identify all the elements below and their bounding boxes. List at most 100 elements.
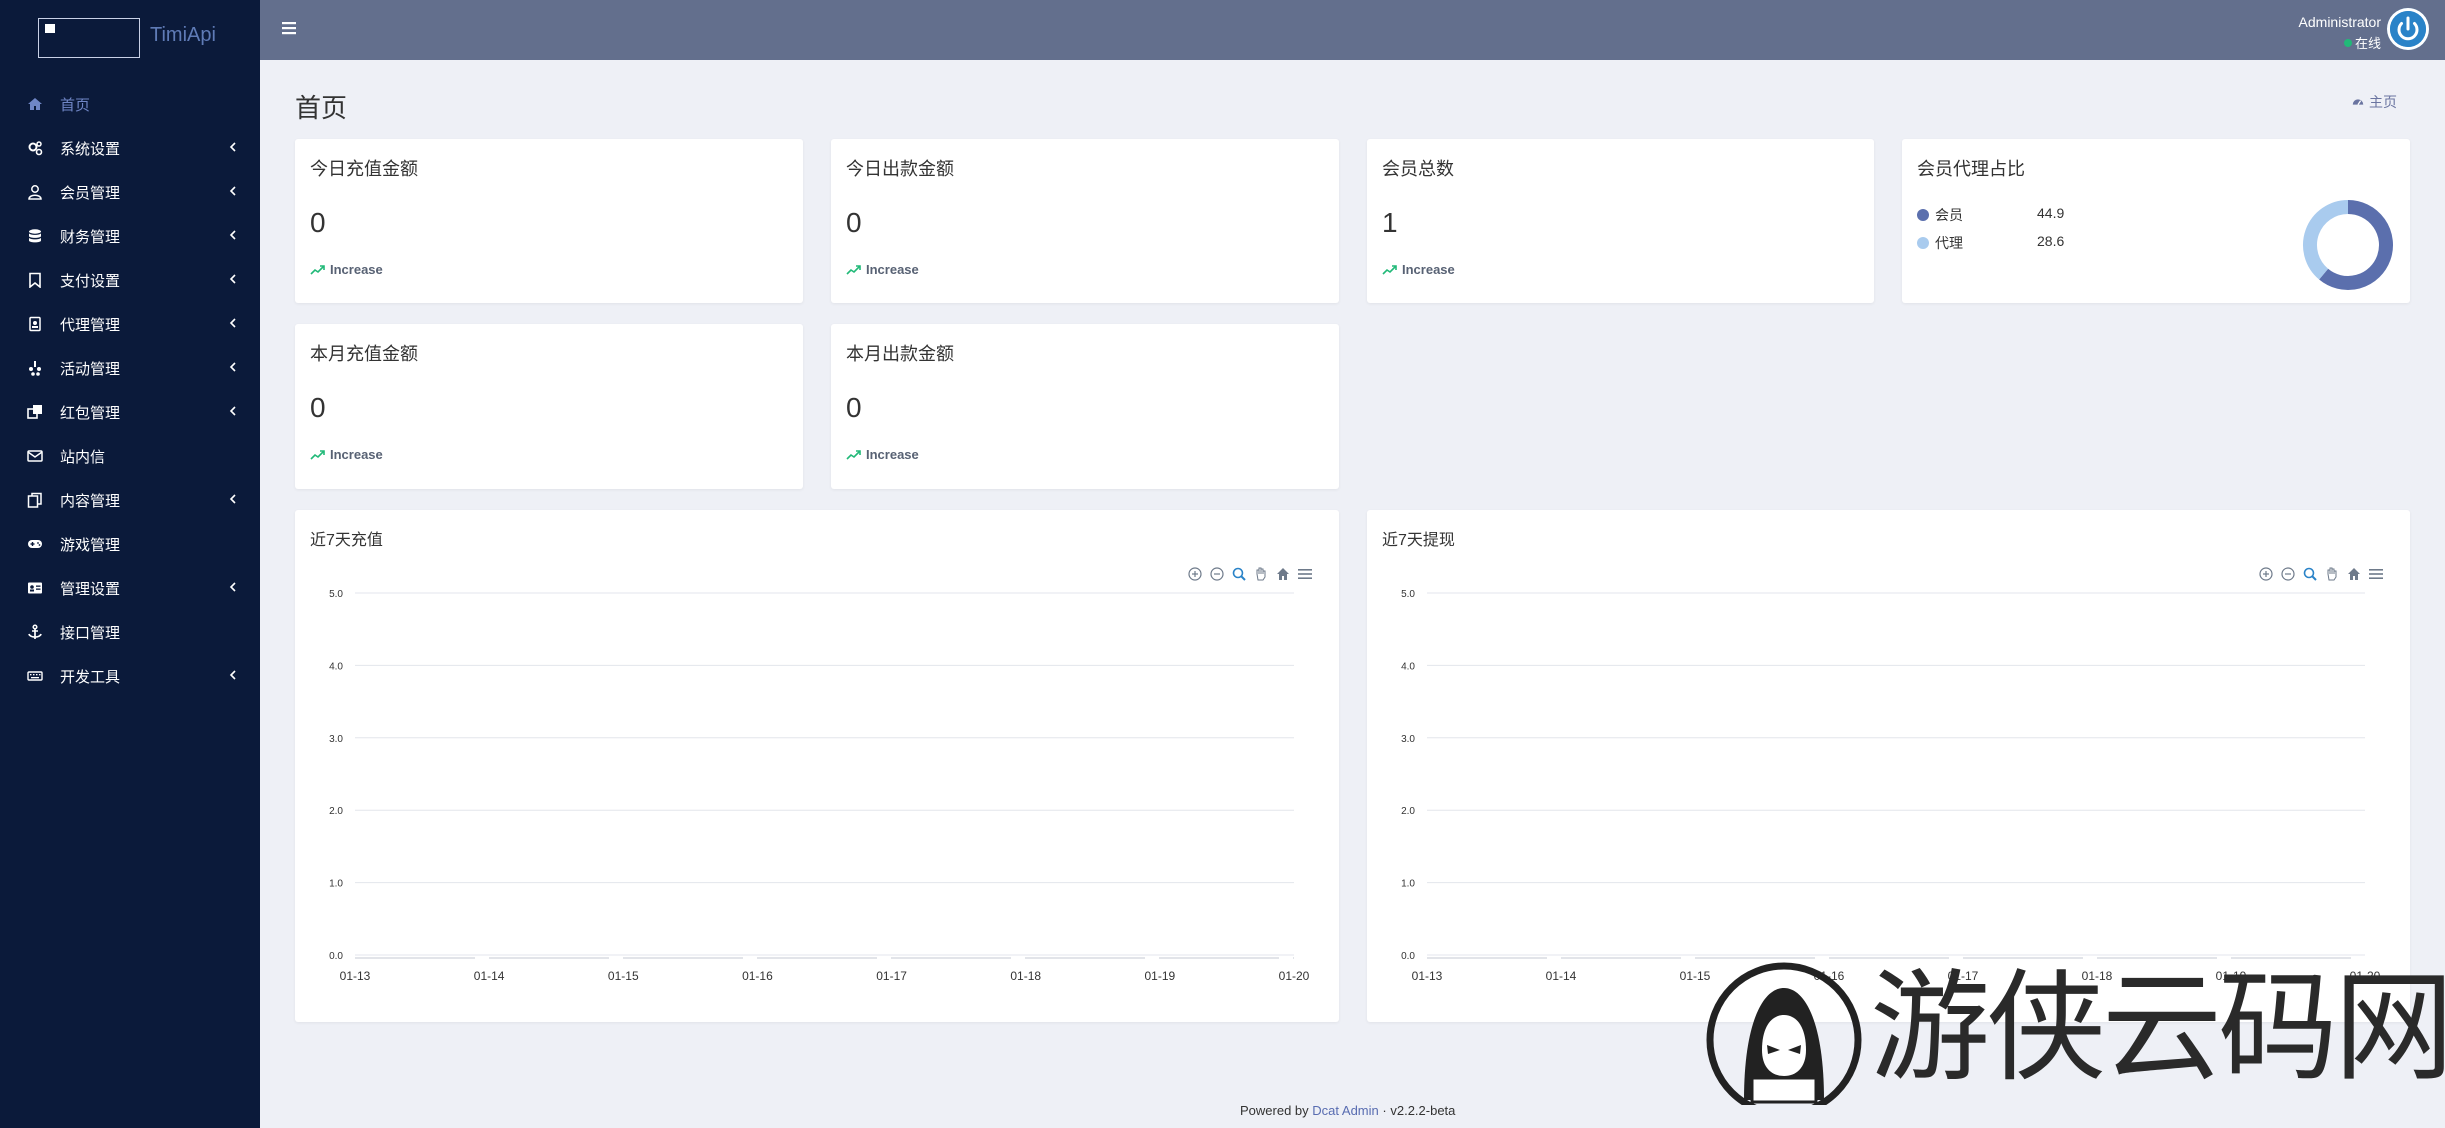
yelp-icon xyxy=(25,360,45,376)
card-value: 0 xyxy=(846,207,862,238)
legend-value: 28.6 xyxy=(2037,233,2065,249)
breadcrumb[interactable]: 主页 xyxy=(2351,92,2397,112)
trend-label: Increase xyxy=(330,262,383,277)
chart-card-withdraw-7d: 近7天提现 0.0 1.0 2.0 3.0 4.0 5.0 01-13 01-14 01-15 0… xyxy=(1367,510,2410,1022)
sidebar-item-1[interactable]: 系统设置 xyxy=(0,126,260,170)
chevron-left-icon xyxy=(226,316,240,330)
stat-card-month-withdraw: 本月出款金额 0 Increase xyxy=(831,324,1339,489)
sidebar-item-label: 红包管理 xyxy=(60,404,121,422)
sidebar-item-label: 内容管理 xyxy=(60,492,121,510)
sidebar-item-label: 财务管理 xyxy=(60,228,121,246)
trend-up-icon xyxy=(310,449,325,460)
footer-version: v2.2.2-beta xyxy=(1390,1103,1456,1118)
sidebar-item-label: 接口管理 xyxy=(60,624,121,642)
trend-label: Increase xyxy=(866,447,919,462)
stat-card-today-withdraw: 今日出款金额 0 Increase xyxy=(831,139,1339,303)
x-tick-label: 01-13 xyxy=(1412,969,1443,983)
y-tick-label: 0.0 xyxy=(1401,951,1415,962)
x-tick-label: 01-17 xyxy=(876,969,907,983)
user-avatar-power-icon[interactable] xyxy=(2387,8,2429,50)
card-title: 今日出款金额 xyxy=(846,159,954,179)
cogs-icon xyxy=(25,140,45,156)
sidebar-item-label: 管理设置 xyxy=(60,580,121,598)
x-tick-label: 01-20 xyxy=(1279,969,1310,983)
sidebar-item-7[interactable]: 红包管理 xyxy=(0,390,260,434)
gamepad-icon xyxy=(25,536,45,552)
card-title: 今日充值金额 xyxy=(310,159,418,179)
page-title: 首页 xyxy=(295,93,348,123)
address-card-icon xyxy=(25,580,45,596)
chart-card-recharge-7d: 近7天充值 0.0 1.0 2.0 3.0 4.0 5.0 01-13 01-14 01-15 0… xyxy=(295,510,1339,1022)
sidebar-item-label: 开发工具 xyxy=(60,668,121,686)
sidebar-item-label: 会员管理 xyxy=(60,184,121,202)
id-badge-icon xyxy=(25,316,45,332)
y-tick-label: 4.0 xyxy=(1401,661,1415,672)
sidebar-item-11[interactable]: 管理设置 xyxy=(0,566,260,610)
card-value: 0 xyxy=(310,207,326,238)
card-title: 会员代理占比 xyxy=(1917,159,2025,179)
card-value: 0 xyxy=(310,392,326,423)
sidebar-item-4[interactable]: 支付设置 xyxy=(0,258,260,302)
sidebar-item-0[interactable]: 首页 xyxy=(0,82,260,126)
x-tick-label: 01-13 xyxy=(340,969,371,983)
trend-label: Increase xyxy=(330,447,383,462)
x-tick-label: 01-18 xyxy=(1010,969,1041,983)
sidebar-item-label: 支付设置 xyxy=(60,272,121,290)
logo-icon xyxy=(45,24,55,33)
donut-slice-1[interactable] xyxy=(2303,200,2349,280)
donut-chart xyxy=(2303,200,2393,290)
y-tick-label: 4.0 xyxy=(329,661,343,672)
user-name[interactable]: Administrator xyxy=(2299,14,2381,30)
online-dot-icon xyxy=(2343,38,2352,47)
y-tick-label: 3.0 xyxy=(1401,734,1415,745)
trend-label: Increase xyxy=(866,262,919,277)
sidebar-item-label: 首页 xyxy=(60,96,91,114)
watermark-hacker-icon xyxy=(1706,962,1862,1105)
sidebar-item-12[interactable]: 接口管理 xyxy=(0,610,260,654)
topbar: Administrator 在线 xyxy=(260,0,2445,60)
brand-logo[interactable] xyxy=(38,18,140,58)
chart-plot-withdraw: 0.01.02.03.04.05.001-13 01-14 01-15 01-16 01… xyxy=(1401,589,2381,983)
sidebar-item-label: 站内信 xyxy=(60,448,106,466)
chevron-left-icon xyxy=(226,492,240,506)
sidebar-item-label: 活动管理 xyxy=(60,360,121,378)
chevron-left-icon xyxy=(226,184,240,198)
sidebar-item-10[interactable]: 游戏管理 xyxy=(0,522,260,566)
sidebar-item-3[interactable]: 财务管理 xyxy=(0,214,260,258)
sidebar-item-8[interactable]: 站内信 xyxy=(0,434,260,478)
menu-toggle-icon[interactable] xyxy=(280,18,300,38)
y-tick-label: 0.0 xyxy=(329,951,343,962)
sidebar-item-13[interactable]: 开发工具 xyxy=(0,654,260,698)
chevron-left-icon xyxy=(226,580,240,594)
anchor-icon xyxy=(25,624,45,640)
card-title: 本月充值金额 xyxy=(310,344,418,364)
ratio-card: 会员代理占比 会员 44.9 代理 28.6 xyxy=(1902,139,2410,303)
y-tick-label: 1.0 xyxy=(1401,879,1415,890)
y-tick-label: 1.0 xyxy=(329,879,343,890)
card-value: 0 xyxy=(846,392,862,423)
breadcrumb-home[interactable]: 主页 xyxy=(2369,92,2397,112)
card-trend: Increase xyxy=(846,447,919,462)
stat-card-member-total: 会员总数 1 Increase xyxy=(1367,139,1874,303)
donut-slice-0[interactable] xyxy=(2319,200,2393,290)
card-title: 会员总数 xyxy=(1382,159,1454,179)
stat-card-month-recharge: 本月充值金额 0 Increase xyxy=(295,324,803,489)
bookmark-icon xyxy=(25,272,45,288)
footer-link[interactable]: Dcat Admin xyxy=(1312,1103,1378,1118)
y-tick-label: 2.0 xyxy=(329,806,343,817)
brand-name[interactable]: TimiApi xyxy=(150,24,216,47)
keyboard-icon xyxy=(25,668,45,684)
sidebar-item-2[interactable]: 会员管理 xyxy=(0,170,260,214)
card-title: 本月出款金额 xyxy=(846,344,954,364)
legend-label: 会员 xyxy=(1935,207,1963,223)
x-tick-label: 01-16 xyxy=(742,969,773,983)
chevron-left-icon xyxy=(226,140,240,154)
legend-item-agent: 代理 xyxy=(1917,233,1963,253)
sidebar-item-6[interactable]: 活动管理 xyxy=(0,346,260,390)
sidebar-item-9[interactable]: 内容管理 xyxy=(0,478,260,522)
sidebar: TimiApi 首页系统设置会员管理财务管理支付设置代理管理活动管理红包管理站内… xyxy=(0,0,260,1128)
sidebar-item-5[interactable]: 代理管理 xyxy=(0,302,260,346)
x-tick-label: 01-14 xyxy=(1546,969,1577,983)
watermark-text: 游侠云码网 xyxy=(1870,959,2445,1098)
chevron-left-icon xyxy=(226,272,240,286)
